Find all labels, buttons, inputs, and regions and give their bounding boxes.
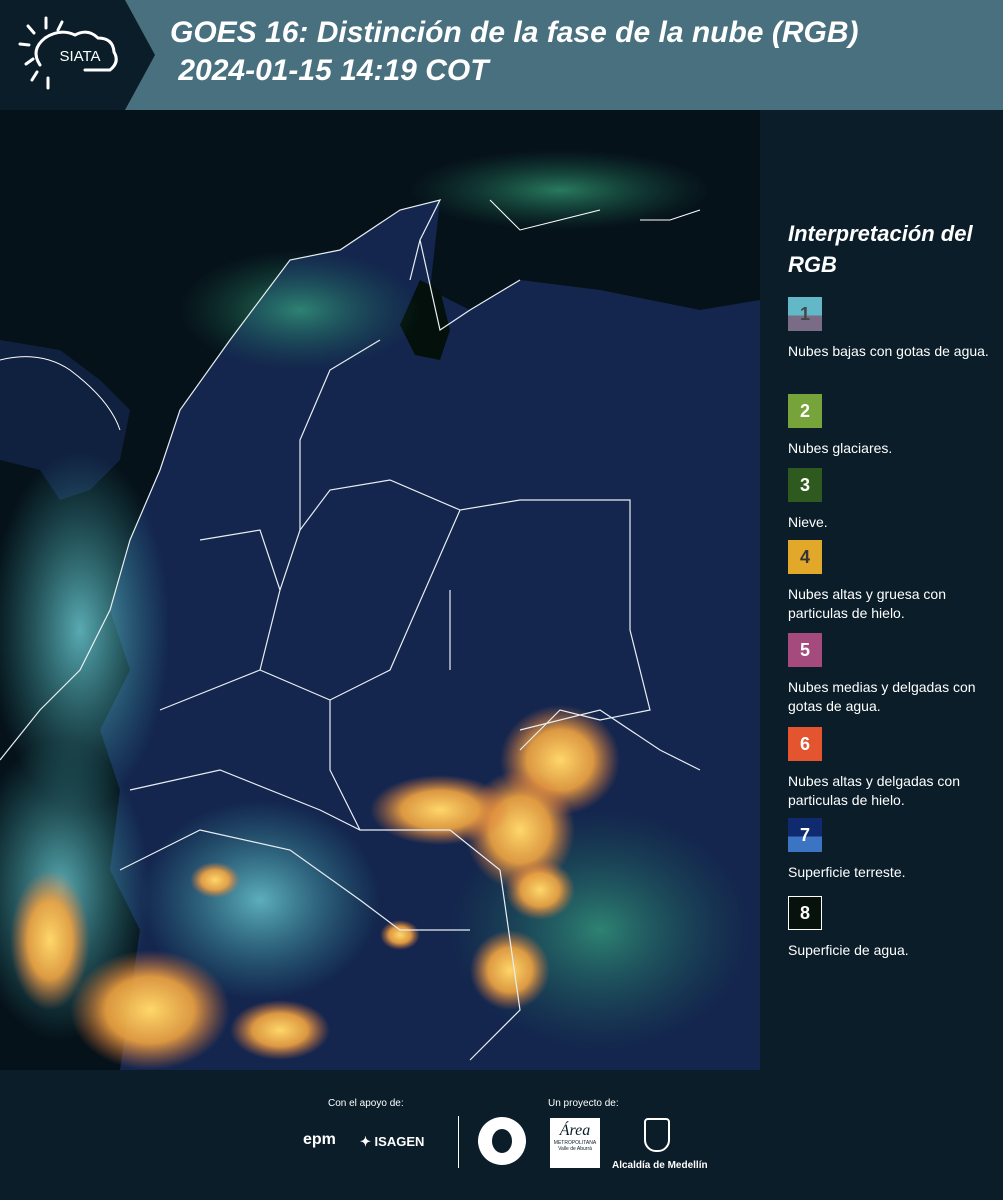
legend-number: 5	[799, 639, 810, 660]
legend-swatch: 1	[788, 297, 822, 331]
legend-label: Nubes altas y delgadas con particulas de…	[788, 773, 960, 808]
area-logo-text: Área	[559, 1122, 591, 1139]
legend-number: 7	[799, 824, 810, 845]
area-logo-sub2: Valle de Aburrá	[558, 1146, 592, 1152]
area-metropolitana-logo: Área METROPOLITANA Valle de Aburrá	[550, 1118, 600, 1168]
legend-swatch: 4	[788, 540, 822, 574]
legend-label: Nubes medias y delgadas con gotas de agu…	[788, 679, 976, 714]
isagen-icon: ✦	[360, 1134, 371, 1149]
legend-panel: Interpretación del RGB 1 Nubes bajas con …	[760, 110, 1003, 1070]
seal-logo	[478, 1117, 526, 1165]
footer-divider	[458, 1116, 459, 1168]
isagen-logo: ✦ ISAGEN	[360, 1134, 424, 1150]
legend-swatch: 6	[788, 727, 822, 761]
legend-item: 6 Nubes altas y delgadas con particulas d…	[788, 727, 1003, 810]
legend-item: 2 Nubes glaciares.	[788, 394, 1003, 458]
support-label: Con el apoyo de:	[328, 1098, 404, 1109]
legend-item: 4 Nubes altas y gruesa con particulas de …	[788, 540, 1003, 623]
legend-item: 3 Nieve.	[788, 468, 1003, 532]
satellite-map[interactable]	[0, 110, 760, 1070]
legend-label: Nubes glaciares.	[788, 440, 893, 456]
legend-item: 7 Superficie terreste.	[788, 818, 1003, 882]
svg-text:SIATA: SIATA	[59, 48, 100, 65]
legend-item: 8 Superficie de agua.	[788, 896, 1003, 960]
legend-item: 5 Nubes medias y delgadas con gotas de ag…	[788, 633, 1003, 716]
legend-number: 2	[799, 400, 810, 421]
medellin-label: Alcaldía de Medellín	[612, 1160, 708, 1171]
legend-swatch: 7	[788, 818, 822, 852]
legend-swatch: 5	[788, 633, 822, 667]
legend-swatch: 8	[788, 896, 822, 930]
footer: Con el apoyo de: Un proyecto de: epm ✦ I…	[0, 1070, 1003, 1200]
legend-label: Nieve.	[788, 514, 828, 530]
medellin-shield-icon	[644, 1118, 670, 1152]
legend-number: 4	[799, 546, 810, 567]
legend-label: Nubes bajas con gotas de agua.	[788, 343, 989, 359]
legend-label: Superficie terreste.	[788, 864, 906, 880]
isagen-label: ISAGEN	[374, 1134, 425, 1149]
siata-logo: SIATA	[0, 0, 155, 110]
legend-item: 1 Nubes bajas con gotas de agua.	[788, 297, 1003, 361]
page-title: GOES 16: Distinción de la fase de la nub…	[170, 16, 859, 87]
epm-logo: epm	[303, 1131, 336, 1148]
project-label: Un proyecto de:	[548, 1098, 619, 1109]
legend-swatch: 2	[788, 394, 822, 428]
legend-title: Interpretación del RGB	[788, 221, 973, 277]
legend-number: 3	[799, 474, 810, 495]
rgb-imagery	[0, 110, 760, 1070]
legend-swatch: 3	[788, 468, 822, 502]
legend-number: 6	[799, 733, 810, 754]
header-bar: SIATA GOES 16: Distinción de la fase de …	[0, 0, 1003, 110]
legend-number: 8	[799, 902, 810, 923]
seal-icon	[492, 1129, 512, 1153]
legend-label: Nubes altas y gruesa con particulas de h…	[788, 586, 946, 621]
legend-number: 1	[799, 303, 810, 324]
legend-label: Superficie de agua.	[788, 942, 909, 958]
